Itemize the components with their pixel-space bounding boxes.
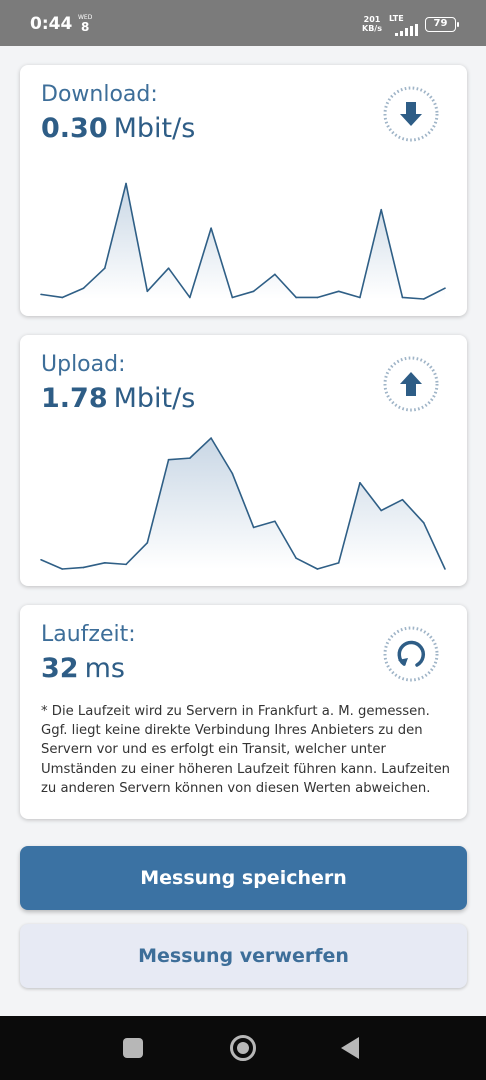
download-chart-point: [210, 227, 212, 229]
system-navigation-bar: [0, 1016, 486, 1080]
download-chart-point: [125, 182, 127, 185]
network-speed-unit: KB/s: [362, 24, 382, 33]
upload-chart-point: [167, 458, 170, 461]
upload-chart-point: [82, 566, 85, 569]
upload-chart-point: [274, 520, 276, 523]
upload-chart-point: [337, 562, 340, 564]
download-chart-point: [167, 267, 170, 269]
download-chart-point: [422, 298, 425, 300]
download-chart: [40, 182, 446, 300]
recent-apps-icon[interactable]: [123, 1038, 143, 1058]
download-chart-point: [40, 293, 42, 296]
download-chart-point: [103, 267, 106, 269]
download-chart-point: [82, 287, 85, 290]
status-bar: 0:44 WED 8 201 KB/s LTE 79: [0, 0, 486, 46]
latency-unit: ms: [84, 653, 125, 684]
status-day-number: 8: [80, 20, 90, 34]
network-speed-value: 201: [363, 15, 381, 24]
upload-chart-point: [231, 472, 234, 475]
download-chart-point: [380, 208, 383, 211]
home-icon[interactable]: [230, 1035, 256, 1061]
signal-icon: [395, 24, 419, 36]
download-chart-point: [231, 296, 234, 299]
status-date: WED 8: [78, 15, 92, 34]
download-card: Download: 0.30 Mbit/s: [20, 65, 467, 316]
upload-chart-point: [40, 558, 42, 561]
battery-icon: 79: [425, 17, 459, 32]
discard-measurement-button[interactable]: Messung verwerfen: [20, 924, 467, 988]
status-time: 0:44: [30, 14, 73, 34]
upload-chart-point: [295, 557, 297, 560]
download-chart-point: [359, 296, 361, 299]
download-chart-point: [61, 296, 64, 299]
download-chart-point: [189, 296, 191, 299]
download-label: Download:: [41, 82, 158, 107]
upload-chart-point: [316, 568, 319, 570]
latency-card: Laufzeit: 32 ms * Die Laufzeit wird zu Se…: [20, 605, 467, 819]
latency-note: * Die Laufzeit wird zu Servern in Frankf…: [41, 704, 451, 796]
upload-label: Upload:: [41, 352, 126, 377]
upload-chart-point: [125, 563, 127, 566]
upload-chart-point: [210, 437, 212, 439]
upload-chart-point: [422, 522, 425, 524]
latency-label: Laufzeit:: [41, 622, 136, 647]
latency-value: 32 ms: [41, 653, 125, 684]
refresh-icon: [383, 626, 439, 682]
upload-card: Upload: 1.78 Mbit/s: [20, 335, 467, 586]
network-type: LTE: [389, 14, 404, 23]
upload-chart-point: [61, 568, 64, 570]
download-chart-point: [337, 290, 340, 293]
upload-chart: [40, 437, 446, 570]
save-measurement-button[interactable]: Messung speichern: [20, 846, 467, 910]
upload-chart-point: [380, 509, 383, 512]
download-chart-area: [41, 183, 445, 299]
download-chart-point: [401, 296, 404, 299]
network-speed: 201 KB/s: [362, 15, 382, 33]
upload-chart-point: [401, 498, 404, 501]
back-icon[interactable]: [341, 1037, 359, 1059]
upload-chart-point: [444, 568, 446, 570]
download-chart-point: [252, 290, 255, 293]
upload-chart-point: [146, 542, 149, 544]
upload-chart-point: [359, 481, 361, 484]
upload-chart-point: [189, 457, 191, 459]
download-chart-point: [444, 287, 446, 290]
upload-chart-point: [252, 526, 255, 529]
download-chart-point: [295, 296, 297, 299]
upload-chart-point: [103, 562, 106, 564]
download-chart-point: [274, 273, 276, 276]
latency-time: 32: [41, 653, 79, 684]
download-chart-point: [146, 290, 149, 293]
download-chart-point: [316, 296, 319, 299]
upload-chart-area: [41, 438, 445, 569]
